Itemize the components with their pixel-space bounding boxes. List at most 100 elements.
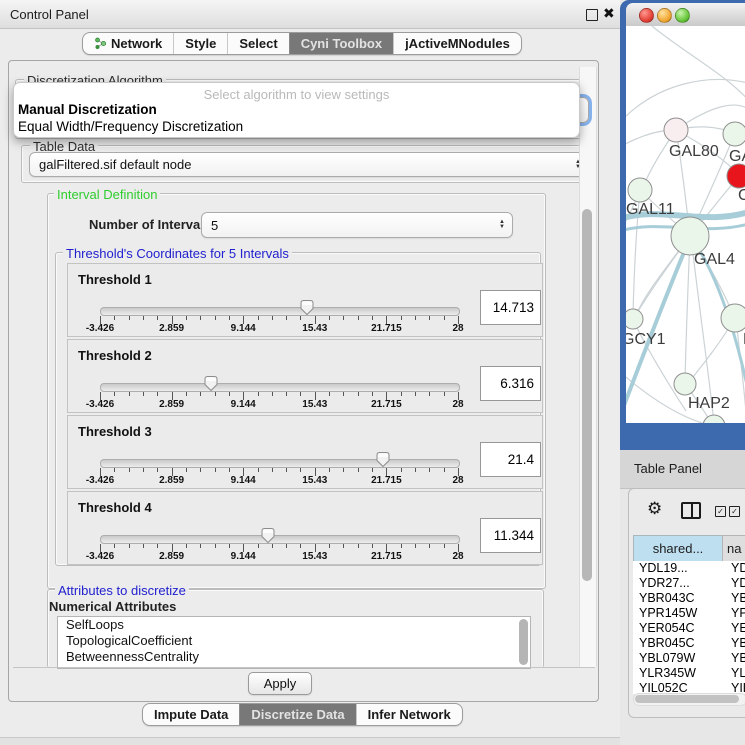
tick-label: -3.426	[86, 475, 114, 486]
table-rows[interactable]: YDL19...YDL1YDR27...YDR2YBR043CYBR0YPR14…	[633, 561, 745, 694]
threshold-slider-track[interactable]	[100, 383, 460, 392]
tab-infer-network[interactable]: Infer Network	[356, 704, 462, 725]
cell-name: YLR3	[723, 666, 745, 680]
minimize-traffic-light[interactable]	[657, 8, 672, 23]
tab-select[interactable]: Select	[227, 33, 288, 54]
edge	[626, 130, 670, 147]
graph-node[interactable]	[703, 415, 725, 423]
algorithm-prompt: Select algorithm to view settings	[14, 87, 579, 102]
cell-shared-name: YDL19...	[633, 561, 723, 575]
algorithm-option-equal-width[interactable]: Equal Width/Frequency Discretization	[18, 119, 243, 134]
column-header-shared-name[interactable]: shared...	[633, 535, 723, 562]
threshold-slider-handle[interactable]	[203, 375, 219, 392]
network-icon	[94, 37, 107, 50]
combo-arrows-icon: ▲▼	[499, 220, 505, 230]
graph-node[interactable]	[721, 304, 745, 332]
table-row[interactable]: YLR345WYLR3	[633, 666, 745, 681]
viewport-divider	[13, 667, 595, 668]
tab-impute-data[interactable]: Impute Data	[143, 704, 239, 725]
threshold-slider-track[interactable]	[100, 535, 460, 544]
scrollbar-thumb[interactable]	[582, 209, 592, 581]
threshold-slider-handle[interactable]	[260, 527, 276, 544]
node-label: HAP2	[688, 395, 730, 412]
attribute-item[interactable]: BetweennessCentrality	[58, 649, 530, 665]
threshold-value-field[interactable]: 11.344	[480, 518, 541, 553]
graph-node[interactable]	[664, 118, 688, 142]
threshold-label: Threshold 3	[78, 424, 152, 439]
table-row[interactable]: YBL079WYBL0	[633, 651, 745, 666]
threshold-slider-handle[interactable]	[375, 451, 391, 468]
zoom-traffic-light[interactable]	[675, 8, 690, 23]
table-row[interactable]: YPR145WYPR1	[633, 606, 745, 621]
table-row[interactable]: YDR27...YDR2	[633, 576, 745, 591]
tick-label: 9.144	[231, 323, 256, 334]
node-label: GAL4	[694, 251, 735, 268]
tick-label: 9.144	[231, 475, 256, 486]
tick-label: 21.715	[371, 399, 402, 410]
table-panel-titlebar: Table Panel	[620, 450, 745, 489]
apply-button[interactable]: Apply	[248, 672, 312, 695]
graph-node[interactable]	[674, 373, 696, 395]
threshold-panel: Threshold 4 -3.4262.8599.14415.4321.7152…	[67, 491, 543, 565]
split-view-icon[interactable]	[681, 502, 701, 519]
graph-node[interactable]	[723, 122, 745, 146]
graph-node[interactable]	[671, 217, 709, 255]
edge	[652, 26, 745, 104]
tab-style[interactable]: Style	[173, 33, 227, 54]
tick-label: 28	[452, 475, 463, 486]
threshold-value-field[interactable]: 21.4	[480, 442, 541, 477]
attribute-item[interactable]: SelfLoops	[58, 617, 530, 633]
tab-jactivemnodules[interactable]: jActiveMNodules	[393, 33, 521, 54]
attributes-group-label: Attributes to discretize	[55, 583, 189, 598]
threshold-value-field[interactable]: 14.713	[480, 290, 541, 325]
graph-node[interactable]	[628, 178, 652, 202]
network-canvas[interactable]: GAL80GACGAL11GAL4GCY1HHAP2	[626, 26, 745, 423]
table-row[interactable]: YBR045CYBR0	[633, 636, 745, 651]
tick-label: 21.715	[371, 475, 402, 486]
num-intervals-combobox[interactable]: 5 ▲▼	[201, 212, 513, 238]
checkbox-icon[interactable]: ✓	[715, 506, 726, 517]
cell-shared-name: YBR045C	[633, 636, 723, 650]
table-data-combobox[interactable]: galFiltered.sif default node ▲▼	[29, 152, 589, 177]
slider-tick-labels: -3.4262.8599.14415.4321.71528	[100, 323, 458, 335]
threshold-slider-track[interactable]	[100, 307, 460, 316]
node-label: GAL11	[626, 201, 675, 218]
tab-network[interactable]: Network	[83, 33, 173, 54]
threshold-label: Threshold 2	[78, 348, 152, 363]
panel-scrollbar[interactable]	[579, 67, 597, 667]
list-scrollbar[interactable]	[519, 619, 528, 665]
edge	[634, 241, 686, 318]
threshold-slider-track[interactable]	[100, 459, 460, 468]
close-traffic-light[interactable]	[639, 8, 654, 23]
table-row[interactable]: YDL19...YDL1	[633, 561, 745, 576]
table-row[interactable]: YER054CYER0	[633, 621, 745, 636]
algorithm-option-manual[interactable]: Manual Discretization	[18, 102, 157, 117]
close-icon[interactable]: ✖	[603, 5, 615, 22]
graph-node[interactable]	[626, 309, 643, 329]
node-label: C	[738, 187, 745, 204]
hscroll-thumb[interactable]	[635, 695, 739, 703]
horizontal-scrollbar[interactable]	[633, 693, 745, 706]
threshold-slider-handle[interactable]	[299, 299, 315, 316]
checkbox-icon[interactable]: ✓	[729, 506, 740, 517]
float-window-icon[interactable]	[586, 9, 598, 21]
attribute-item[interactable]: TopologicalCoefficient	[58, 633, 530, 649]
graph-node[interactable]	[727, 164, 745, 188]
gear-icon[interactable]: ⚙	[647, 499, 662, 519]
top-tab-bar: NetworkStyleSelectCyni ToolboxjActiveMNo…	[82, 32, 522, 55]
network-window-titlebar	[626, 3, 745, 27]
cyni-toolbox-panel: Discretization Algorithm ▲▼ Table Data g…	[8, 60, 599, 702]
tick-label: 9.144	[231, 551, 256, 562]
tab-cyni-toolbox[interactable]: Cyni Toolbox	[289, 33, 393, 54]
tick-label: 15.43	[302, 475, 327, 486]
control-panel-window: Control Panel ✖ NetworkStyleSelectCyni T…	[0, 0, 620, 738]
tick-label: 15.43	[302, 551, 327, 562]
table-row[interactable]: YBR043CYBR0	[633, 591, 745, 606]
column-header-name[interactable]: na	[722, 535, 745, 562]
right-column: GAL80GACGAL11GAL4GCY1HHAP2 Table Panel ⚙…	[620, 0, 745, 745]
tick-label: 21.715	[371, 323, 402, 334]
tab-discretize-data[interactable]: Discretize Data	[239, 704, 355, 725]
threshold-value-field[interactable]: 6.316	[480, 366, 541, 401]
tab-label: Infer Network	[368, 704, 451, 725]
numerical-attributes-list[interactable]: SelfLoopsTopologicalCoefficientBetweenne…	[57, 616, 531, 669]
